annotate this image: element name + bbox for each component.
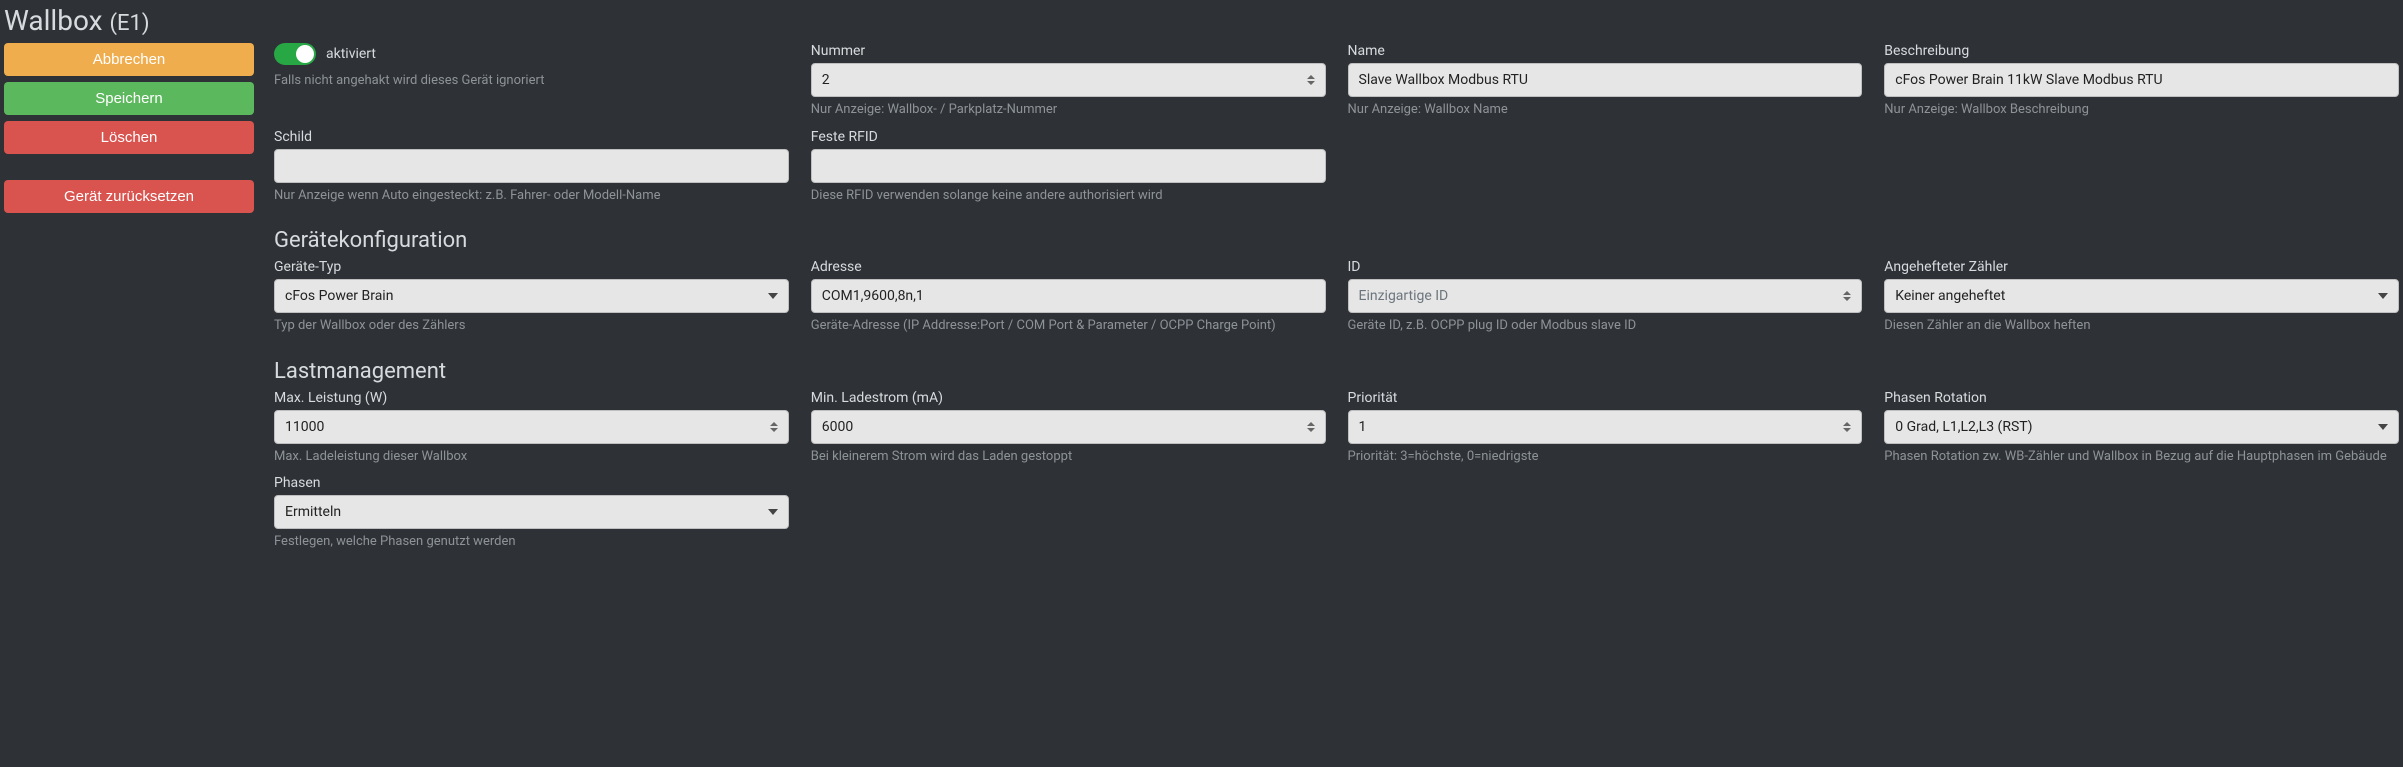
priority-input[interactable]: 1 [1348,410,1863,444]
device-type-label: Geräte-Typ [274,259,789,275]
id-hint: Geräte ID, z.B. OCPP plug ID oder Modbus… [1348,317,1863,335]
phases-select[interactable]: Ermitteln [274,495,789,529]
save-button[interactable]: Speichern [4,82,254,115]
field-rfid: Feste RFID Diese RFID verwenden solange … [811,129,1326,205]
number-label: Nummer [811,43,1326,59]
enabled-hint: Falls nicht angehakt wird dieses Gerät i… [274,73,789,88]
address-input[interactable]: COM1,9600,8n,1 [811,279,1326,313]
reset-device-button[interactable]: Gerät zurücksetzen [4,180,254,213]
field-name: Name Slave Wallbox Modbus RTU Nur Anzeig… [1348,43,1863,119]
page-title-sub: (E1) [110,11,150,36]
attached-meter-hint: Diesen Zähler an die Wallbox heften [1884,317,2399,335]
enabled-label: aktiviert [326,46,376,62]
spinner-icon [1307,422,1315,432]
name-input[interactable]: Slave Wallbox Modbus RTU [1348,63,1863,97]
id-input[interactable]: Einzigartige ID [1348,279,1863,313]
field-sign: Schild Nur Anzeige wenn Auto eingesteckt… [274,129,789,205]
phase-rotation-select[interactable]: 0 Grad, L1,L2,L3 (RST) [1884,410,2399,444]
delete-button[interactable]: Löschen [4,121,254,154]
field-attached-meter: Angehefteter Zähler Keiner angeheftet Di… [1884,259,2399,335]
field-min-current: Min. Ladestrom (mA) 6000 Bei kleinerem S… [811,390,1326,466]
page-title: Wallbox (E1) [0,0,2403,43]
section-load-management: Lastmanagement [274,359,2399,384]
phase-rotation-label: Phasen Rotation [1884,390,2399,406]
spinner-icon [770,422,778,432]
max-power-input[interactable]: 11000 [274,410,789,444]
name-hint: Nur Anzeige: Wallbox Name [1348,101,1863,119]
phase-rotation-hint: Phasen Rotation zw. WB-Zähler und Wallbo… [1884,448,2399,466]
field-description: Beschreibung cFos Power Brain 11kW Slave… [1884,43,2399,119]
attached-meter-select[interactable]: Keiner angeheftet [1884,279,2399,313]
sign-input[interactable] [274,149,789,183]
id-label: ID [1348,259,1863,275]
field-phase-rotation: Phasen Rotation 0 Grad, L1,L2,L3 (RST) P… [1884,390,2399,466]
rfid-input[interactable] [811,149,1326,183]
sidebar: Abbrechen Speichern Löschen Gerät zurück… [4,43,254,561]
description-input[interactable]: cFos Power Brain 11kW Slave Modbus RTU [1884,63,2399,97]
phases-hint: Festlegen, welche Phasen genutzt werden [274,533,789,551]
number-hint: Nur Anzeige: Wallbox- / Parkplatz-Nummer [811,101,1326,119]
field-address: Adresse COM1,9600,8n,1 Geräte-Adresse (I… [811,259,1326,335]
enabled-toggle[interactable] [274,43,316,65]
field-device-type: Geräte-Typ cFos Power Brain Typ der Wall… [274,259,789,335]
main-content: aktiviert Falls nicht angehakt wird dies… [274,43,2399,561]
sign-hint: Nur Anzeige wenn Auto eingesteckt: z.B. … [274,187,789,205]
min-current-input[interactable]: 6000 [811,410,1326,444]
chevron-down-icon [768,509,778,515]
address-label: Adresse [811,259,1326,275]
rfid-hint: Diese RFID verwenden solange keine ander… [811,187,1326,205]
chevron-down-icon [2378,424,2388,430]
cancel-button[interactable]: Abbrechen [4,43,254,76]
spinner-icon [1307,75,1315,85]
max-power-hint: Max. Ladeleistung dieser Wallbox [274,448,789,466]
priority-hint: Priorität: 3=höchste, 0=niedrigste [1348,448,1863,466]
field-priority: Priorität 1 Priorität: 3=höchste, 0=nied… [1348,390,1863,466]
address-hint: Geräte-Adresse (IP Addresse:Port / COM P… [811,317,1326,335]
phases-label: Phasen [274,475,789,491]
description-hint: Nur Anzeige: Wallbox Beschreibung [1884,101,2399,119]
rfid-label: Feste RFID [811,129,1326,145]
priority-label: Priorität [1348,390,1863,406]
device-type-select[interactable]: cFos Power Brain [274,279,789,313]
min-current-label: Min. Ladestrom (mA) [811,390,1326,406]
field-enabled: aktiviert Falls nicht angehakt wird dies… [274,43,789,98]
name-label: Name [1348,43,1863,59]
spinner-icon [1843,291,1851,301]
field-number: Nummer 2 Nur Anzeige: Wallbox- / Parkpla… [811,43,1326,119]
chevron-down-icon [2378,293,2388,299]
field-id: ID Einzigartige ID Geräte ID, z.B. OCPP … [1348,259,1863,335]
sign-label: Schild [274,129,789,145]
max-power-label: Max. Leistung (W) [274,390,789,406]
number-input[interactable]: 2 [811,63,1326,97]
field-max-power: Max. Leistung (W) 11000 Max. Ladeleistun… [274,390,789,466]
spinner-icon [1843,422,1851,432]
min-current-hint: Bei kleinerem Strom wird das Laden gesto… [811,448,1326,466]
section-device-config: Gerätekonfiguration [274,228,2399,253]
device-type-hint: Typ der Wallbox oder des Zählers [274,317,789,335]
description-label: Beschreibung [1884,43,2399,59]
attached-meter-label: Angehefteter Zähler [1884,259,2399,275]
page-title-main: Wallbox [4,4,103,37]
field-phases: Phasen Ermitteln Festlegen, welche Phase… [274,475,789,551]
chevron-down-icon [768,293,778,299]
